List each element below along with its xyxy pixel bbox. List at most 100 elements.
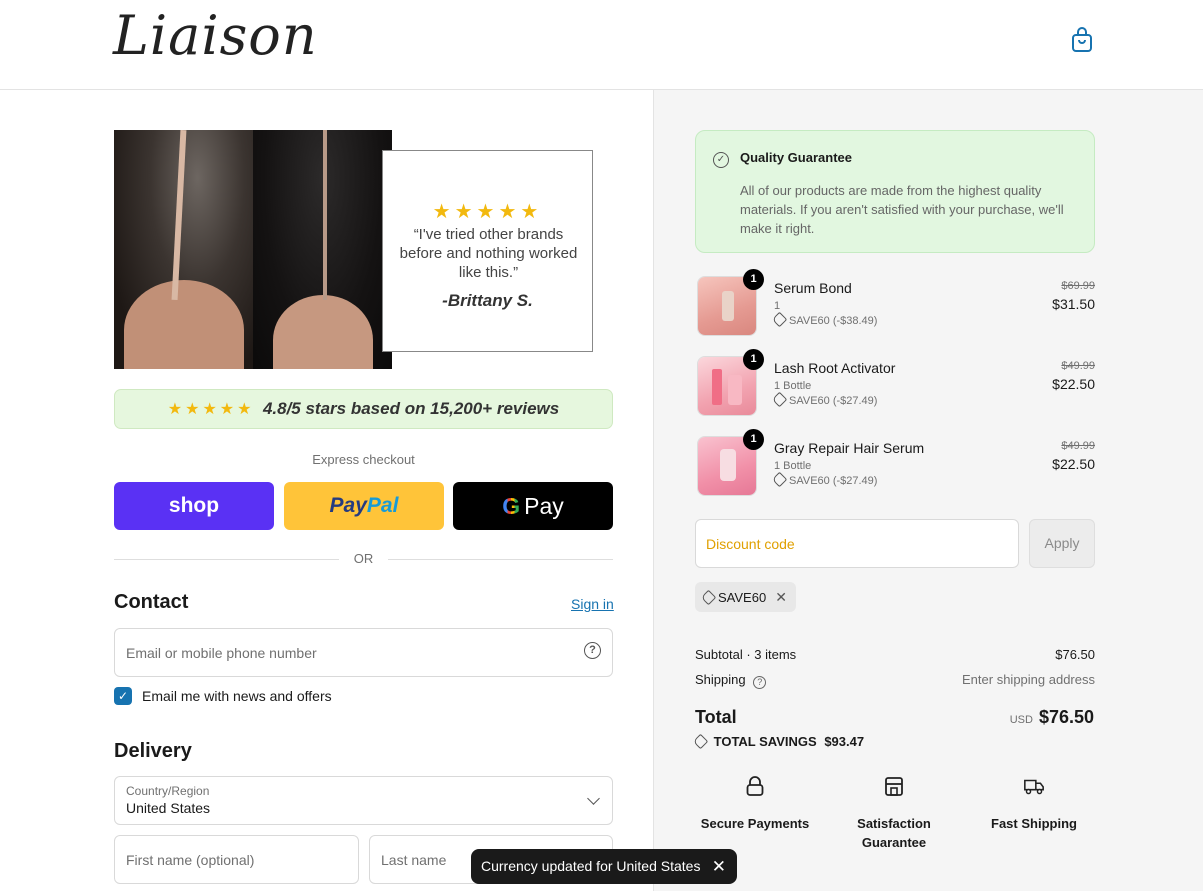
fast-shipping-badge: Fast Shipping: [964, 775, 1104, 833]
tag-icon: [692, 733, 709, 750]
tag-icon: [771, 311, 788, 328]
last-name-placeholder: Last name: [381, 852, 447, 868]
shopping-bag-icon[interactable]: [1070, 27, 1094, 53]
contact-title: Contact: [114, 591, 189, 613]
total-label: Total: [695, 707, 737, 727]
cart-item: 1 Gray Repair Hair Serum 1 Bottle SAVE60…: [695, 429, 1095, 500]
total-value: $76.50: [1038, 707, 1094, 727]
testimonial-stars: ★★★★★: [432, 201, 543, 223]
total-value-group: USD $76.50: [1010, 707, 1094, 728]
testimonial-quote: “I've tried other brands before and noth…: [399, 226, 578, 281]
badge-label: Satisfaction Guarantee: [857, 816, 931, 850]
paypal-label-pay: Pay: [329, 494, 367, 517]
item-discount-text: SAVE60 (-$27.49): [789, 475, 878, 487]
country-label: Country/Region: [126, 784, 210, 798]
total-savings: TOTAL SAVINGS $93.47: [692, 733, 865, 750]
country-value: United States: [126, 800, 211, 816]
currency-toast: Currency updated for United States ✕: [471, 849, 737, 884]
shop-pay-button[interactable]: shop: [114, 482, 274, 530]
order-summary-column: ✓ Quality Guarantee All of our products …: [653, 90, 1203, 891]
satisfaction-badge: Satisfaction Guarantee: [824, 775, 964, 852]
before-after-photo: [114, 130, 392, 369]
quantity-badge: 1: [743, 269, 764, 290]
remove-code-icon[interactable]: ✕: [775, 589, 787, 606]
savings-label: TOTAL SAVINGS: [713, 734, 817, 749]
header: Liaison: [0, 0, 1203, 90]
apply-discount-button[interactable]: Apply: [1029, 519, 1095, 568]
item-original-price: $49.99: [1061, 360, 1095, 372]
cart-item: 1 Serum Bond 1 SAVE60 (-$38.49) $69.99 $…: [695, 269, 1095, 340]
item-price: $22.50: [1052, 456, 1095, 472]
shipping-row: Shipping ? Enter shipping address: [695, 672, 1095, 689]
total-currency: USD: [1009, 714, 1033, 726]
item-price: $31.50: [1052, 296, 1095, 312]
item-name: Gray Repair Hair Serum: [774, 440, 925, 456]
cart-item: 1 Lash Root Activator 1 Bottle SAVE60 (-…: [695, 349, 1095, 420]
sign-in-link[interactable]: Sign in: [571, 596, 614, 612]
item-variant: 1 Bottle: [774, 460, 812, 472]
tag-icon: [771, 471, 788, 488]
item-variant: 1 Bottle: [774, 380, 812, 392]
item-discount-text: SAVE60 (-$27.49): [789, 395, 878, 407]
paypal-button[interactable]: Pay Pal: [284, 482, 444, 530]
google-g-icon: G: [502, 492, 521, 519]
email-placeholder: Email or mobile phone number: [126, 645, 317, 661]
first-name-field[interactable]: First name (optional): [114, 835, 359, 884]
rating-stars: ★★★★★: [167, 401, 255, 418]
google-pay-button[interactable]: G Pay: [453, 482, 613, 530]
truck-icon: [1024, 779, 1044, 795]
discount-code-placeholder: Discount code: [706, 536, 795, 552]
item-price: $22.50: [1052, 376, 1095, 392]
paypal-label-pal: Pal: [366, 494, 399, 517]
item-discount: SAVE60 (-$27.49): [771, 471, 878, 488]
shipping-help-icon[interactable]: ?: [753, 676, 767, 689]
toast-text: Currency updated for United States: [481, 858, 701, 874]
item-variant: 1: [774, 300, 781, 312]
testimonial-author: -Brittany S.: [442, 291, 533, 310]
chevron-down-icon: [587, 792, 600, 805]
tag-icon: [700, 589, 717, 605]
shipping-value: Enter shipping address: [962, 672, 1095, 687]
google-pay-label: Pay: [524, 492, 564, 519]
express-checkout-label: Express checkout: [312, 452, 415, 467]
rating-bar: ★★★★★ 4.8/5 stars based on 15,200+ revie…: [114, 389, 613, 429]
discount-code-input[interactable]: Discount code: [695, 519, 1019, 568]
close-icon[interactable]: ✕: [712, 849, 726, 884]
quantity-badge: 1: [743, 429, 764, 450]
quality-guarantee-box: ✓ Quality Guarantee All of our products …: [695, 130, 1095, 253]
secure-payments-badge: Secure Payments: [685, 775, 825, 833]
help-icon[interactable]: ?: [584, 642, 601, 659]
checkout-form-column: ★★★★★ “I've tried other brands before an…: [0, 90, 653, 891]
store-logo[interactable]: Liaison: [113, 4, 318, 67]
store-icon: [885, 777, 903, 796]
quantity-badge: 1: [743, 349, 764, 370]
item-name: Lash Root Activator: [774, 360, 896, 376]
badge-label: Fast Shipping: [991, 816, 1077, 831]
applied-code-chip: SAVE60 ✕: [695, 582, 796, 612]
lock-icon: [746, 776, 764, 796]
news-checkbox-label: Email me with news and offers: [142, 688, 332, 704]
savings-value: $93.47: [824, 734, 865, 749]
news-opt-in[interactable]: ✓ Email me with news and offers: [114, 687, 332, 705]
item-original-price: $49.99: [1061, 440, 1095, 452]
testimonial-banner: ★★★★★ “I've tried other brands before an…: [114, 130, 594, 369]
rating-text: 4.8/5 stars based on 15,200+ reviews: [262, 399, 560, 418]
applied-code-text: SAVE60: [718, 589, 767, 605]
guarantee-title: Quality Guarantee: [740, 150, 852, 165]
country-select[interactable]: Country/Region United States: [114, 776, 613, 825]
item-name: Serum Bond: [774, 280, 852, 296]
tag-icon: [771, 391, 788, 408]
badge-label: Secure Payments: [700, 816, 810, 831]
email-field[interactable]: Email or mobile phone number ?: [114, 628, 613, 677]
or-label: OR: [353, 551, 374, 566]
shipping-label: Shipping: [695, 672, 746, 687]
item-original-price: $69.99: [1061, 280, 1095, 292]
news-checkbox[interactable]: ✓: [114, 687, 132, 705]
item-discount: SAVE60 (-$38.49): [771, 311, 878, 328]
or-divider: OR: [114, 550, 613, 568]
guarantee-text: All of our products are made from the hi…: [740, 183, 1064, 236]
subtotal-row: Subtotal · 3 items $76.50: [695, 647, 1095, 662]
subtotal-value: $76.50: [1055, 647, 1095, 662]
item-discount-text: SAVE60 (-$38.49): [789, 315, 878, 327]
subtotal-label: Subtotal · 3 items: [695, 647, 797, 662]
